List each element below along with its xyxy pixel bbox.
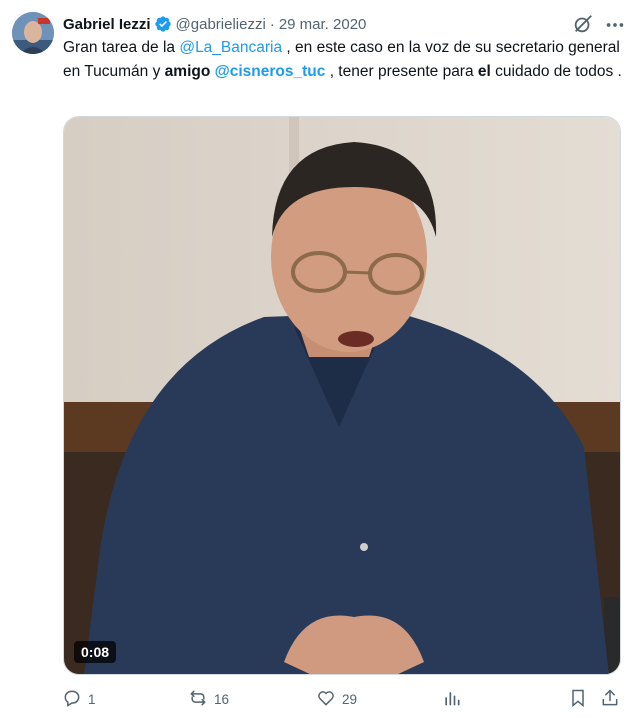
tweet-text-bold: el xyxy=(477,63,491,80)
video-player[interactable]: 0:08 xyxy=(63,116,621,675)
grok-icon[interactable] xyxy=(572,13,594,35)
reply-button[interactable]: 1 xyxy=(62,686,96,712)
video-time-badge: 0:08 xyxy=(74,641,117,663)
heart-icon xyxy=(316,688,336,711)
views-button[interactable] xyxy=(442,686,462,712)
video-frame xyxy=(64,117,620,674)
tweet-text-segment: , tener presente para xyxy=(325,63,478,80)
action-bar: 1 16 29 xyxy=(58,686,630,712)
bookmark-icon xyxy=(568,688,588,711)
mention-link[interactable]: @cisneros_tuc xyxy=(215,63,326,80)
tweet-text-segment: Gran tarea de la xyxy=(63,39,180,56)
tweet-text-bold: amigo xyxy=(164,63,211,80)
retweet-button[interactable]: 16 xyxy=(188,686,229,712)
retweet-icon xyxy=(188,688,208,711)
avatar[interactable] xyxy=(12,12,54,54)
tweet-text-segment: cuidado de todos . xyxy=(490,63,622,80)
retweet-count: 16 xyxy=(214,691,230,707)
reply-count: 1 xyxy=(88,691,96,707)
analytics-icon xyxy=(442,688,462,711)
share-icon xyxy=(600,688,620,711)
separator-dot: · xyxy=(269,15,275,33)
author-handle[interactable]: @gabrieliezzi xyxy=(176,16,266,33)
verified-badge-icon xyxy=(154,15,172,33)
tweet-text: Gran tarea de la @La_Bancaria , en este … xyxy=(63,36,623,84)
tweet-header: Gabriel Iezzi @gabrieliezzi · 29 mar. 20… xyxy=(63,13,567,35)
more-options-icon[interactable] xyxy=(604,14,626,36)
reply-icon xyxy=(62,688,82,711)
author-name[interactable]: Gabriel Iezzi xyxy=(63,16,151,33)
like-count: 29 xyxy=(342,691,358,707)
bookmark-button[interactable] xyxy=(568,686,588,712)
share-button[interactable] xyxy=(600,686,620,712)
like-button[interactable]: 29 xyxy=(316,686,357,712)
tweet-date[interactable]: 29 mar. 2020 xyxy=(279,16,367,33)
tweet: Gabriel Iezzi @gabrieliezzi · 29 mar. 20… xyxy=(0,0,639,718)
mention-link[interactable]: @La_Bancaria xyxy=(179,39,282,56)
